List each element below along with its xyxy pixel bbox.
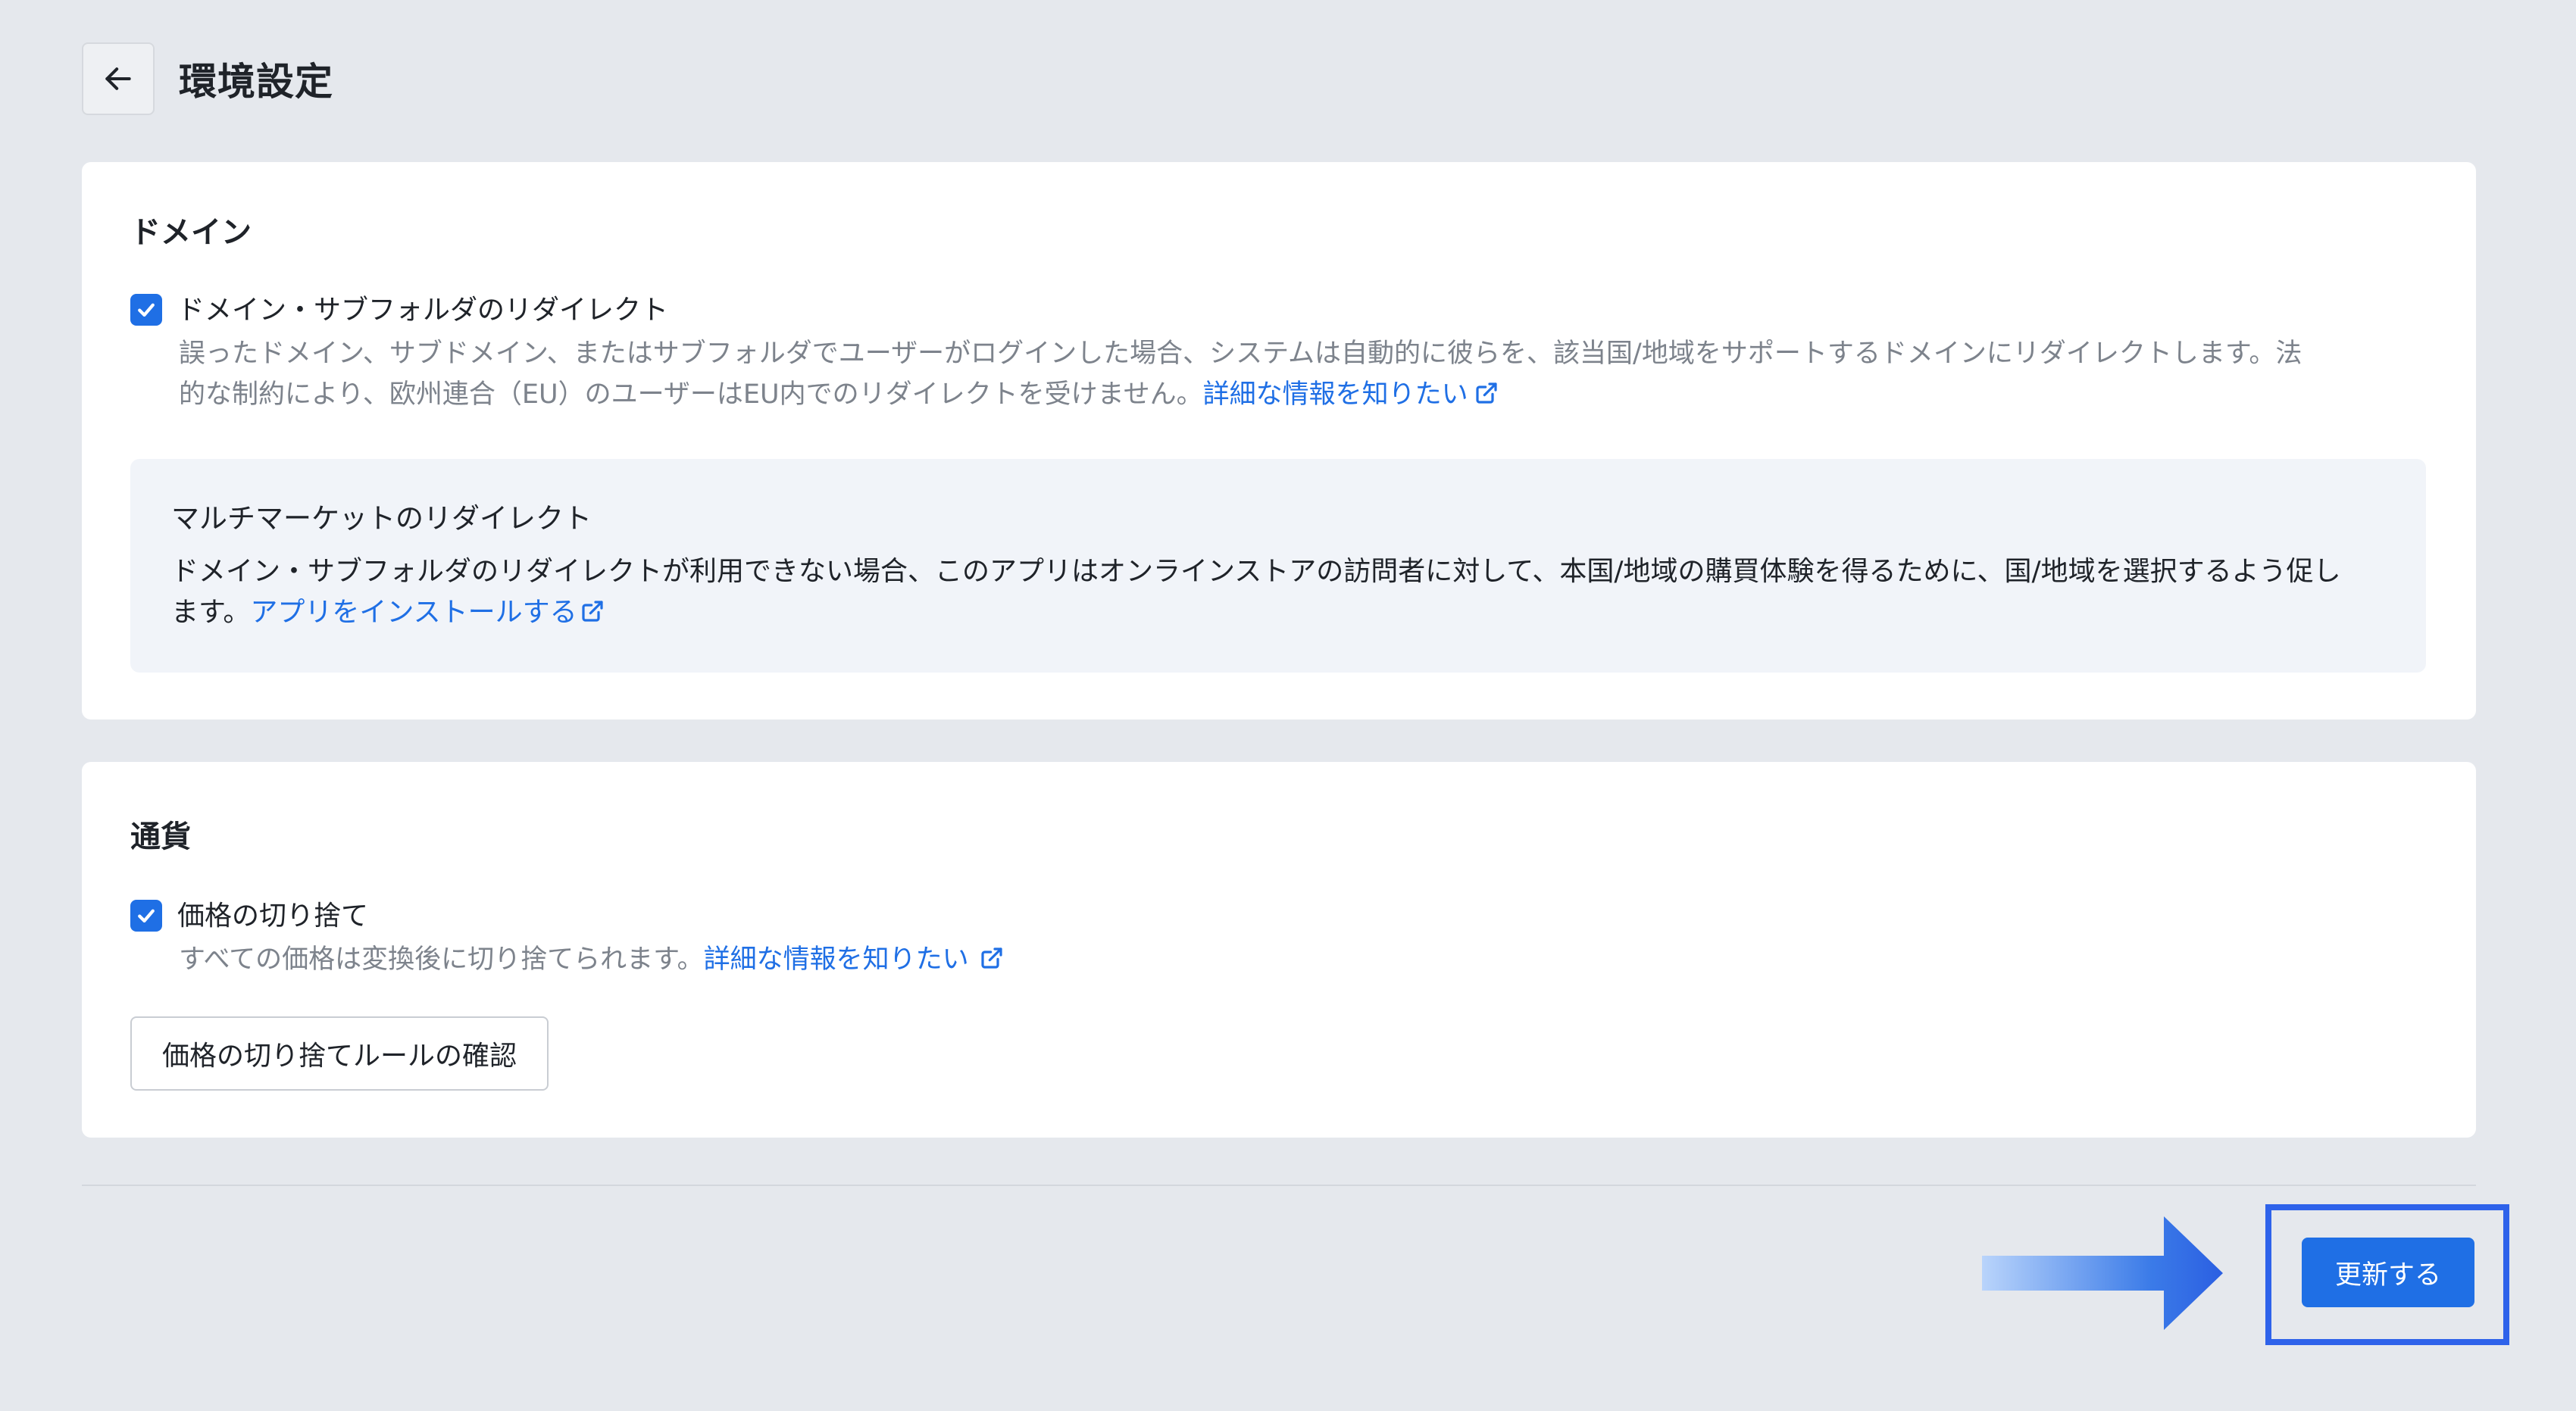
back-button[interactable]: [82, 42, 155, 115]
multimarket-text-line2: ます。: [171, 597, 251, 628]
domain-redirect-label: ドメイン・サブフォルダのリダイレクト: [177, 295, 669, 326]
currency-card: 通貨 価格の切り捨て すべての価格は変換後に切り捨てられます。詳細な情報を知りた…: [82, 762, 2476, 1138]
external-link-icon: [1476, 382, 1497, 404]
settings-page: 環境設定 ドメイン ドメイン・サブフォルダのリダイレクト 誤ったドメイン、サブド…: [0, 0, 2576, 1411]
rounding-learn-more-link[interactable]: 詳細な情報を知りたい: [704, 944, 1004, 975]
currency-section-title: 通貨: [130, 819, 191, 854]
external-link-icon: [981, 947, 1002, 969]
multimarket-title: マルチマーケットのリダイレクト: [171, 502, 592, 535]
domain-redirect-description-line1: 誤ったドメイン、サブドメイン、またはサブフォルダでユーザーがログインした場合、シ…: [179, 339, 2302, 369]
arrow-right-icon: [1982, 1216, 2223, 1330]
price-rounding-checkbox[interactable]: [130, 900, 162, 932]
rounding-rules-button[interactable]: 価格の切り捨てルールの確認: [130, 1016, 549, 1091]
multimarket-text-line1: ドメイン・サブフォルダのリダイレクトが利用できない場合、このアプリはオンラインス…: [171, 556, 2341, 587]
price-rounding-row: 価格の切り捨て: [130, 897, 368, 936]
external-link-icon: [582, 601, 603, 622]
domain-redirect-description-line2-wrap: 的な制約により、欧州連合（EU）のユーザーはEU内でのリダイレクトを受けません。…: [179, 374, 2452, 415]
domain-section-title: ドメイン: [130, 215, 252, 250]
price-rounding-description: すべての価格は変換後に切り捨てられます。詳細な情報を知りたい: [179, 939, 1004, 980]
check-icon: [138, 909, 155, 922]
domain-card: ドメイン ドメイン・サブフォルダのリダイレクト 誤ったドメイン、サブドメイン、ま…: [82, 162, 2476, 720]
rounding-learn-more-text: 詳細な情報を知りたい: [703, 944, 969, 975]
multimarket-info-box: マルチマーケットのリダイレクト ドメイン・サブフォルダのリダイレクトが利用できな…: [130, 459, 2426, 673]
install-app-link[interactable]: アプリをインストールする: [250, 597, 604, 628]
footer-divider: [82, 1185, 2476, 1186]
domain-redirect-description-line2: 的な制約により、欧州連合（EU）のユーザーはEU内でのリダイレクトを受けません。: [179, 379, 1203, 410]
price-rounding-label: 価格の切り捨て: [177, 901, 369, 932]
update-button[interactable]: 更新する: [2302, 1238, 2474, 1307]
domain-learn-more-text: 詳細な情報を知りたい: [1202, 379, 1468, 410]
multimarket-text-line2-wrap: ます。アプリをインストールする: [171, 592, 2384, 633]
multimarket-text: ドメイン・サブフォルダのリダイレクトが利用できない場合、このアプリはオンラインス…: [171, 551, 2384, 633]
price-rounding-description-text: すべての価格は変換後に切り捨てられます。: [179, 944, 704, 975]
page-title: 環境設定: [179, 60, 333, 104]
arrow-left-icon: [105, 67, 131, 90]
check-icon: [138, 303, 155, 317]
domain-redirect-row: ドメイン・サブフォルダのリダイレクト: [130, 291, 668, 330]
domain-redirect-description: 誤ったドメイン、サブドメイン、またはサブフォルダでユーザーがログインした場合、シ…: [179, 333, 2452, 415]
install-app-text: アプリをインストールする: [250, 597, 577, 628]
domain-learn-more-link[interactable]: 詳細な情報を知りたい: [1203, 379, 1499, 410]
domain-redirect-checkbox[interactable]: [130, 294, 162, 326]
page-header: 環境設定: [82, 42, 333, 115]
